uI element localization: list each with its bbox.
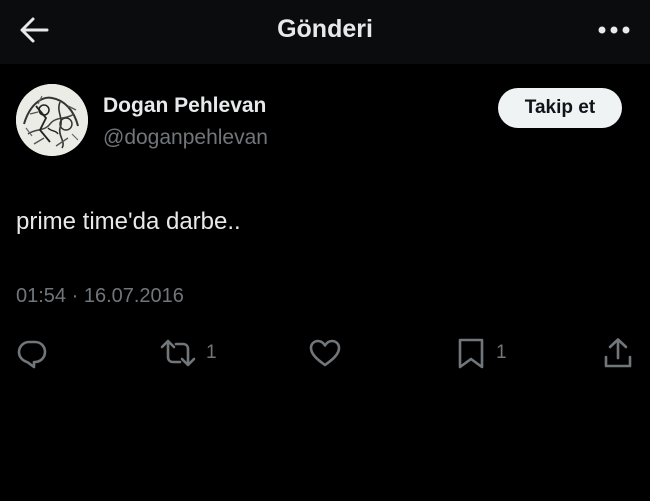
share-icon [602, 337, 634, 369]
bookmark-count: 1 [496, 342, 507, 363]
follow-button[interactable]: Takip et [498, 88, 622, 128]
avatar-image [16, 84, 88, 156]
retweet-count: 1 [206, 342, 217, 363]
share-button[interactable] [602, 335, 634, 371]
bookmark-button[interactable]: 1 [456, 335, 507, 371]
author-display-name[interactable]: Dogan Pehlevan [103, 94, 266, 118]
top-bar: Gönderi [0, 0, 650, 64]
more-options-button[interactable] [594, 12, 634, 48]
heart-icon [308, 337, 342, 369]
tweet-timestamp[interactable]: 01:54 · 16.07.2016 [16, 285, 184, 308]
reply-icon [16, 337, 48, 369]
author-handle[interactable]: @doganpehlevan [103, 126, 268, 150]
back-button[interactable] [14, 12, 54, 48]
tweet-text: prime time'da darbe.. [16, 208, 241, 235]
like-button[interactable] [308, 335, 342, 371]
more-horizontal-icon [597, 25, 631, 35]
page-title: Gönderi [277, 15, 373, 43]
retweet-icon [160, 337, 196, 369]
arrow-left-icon [19, 16, 49, 44]
avatar[interactable] [16, 84, 88, 156]
retweet-button[interactable]: 1 [160, 335, 217, 371]
reply-button[interactable] [16, 335, 48, 371]
bookmark-icon [456, 337, 486, 369]
